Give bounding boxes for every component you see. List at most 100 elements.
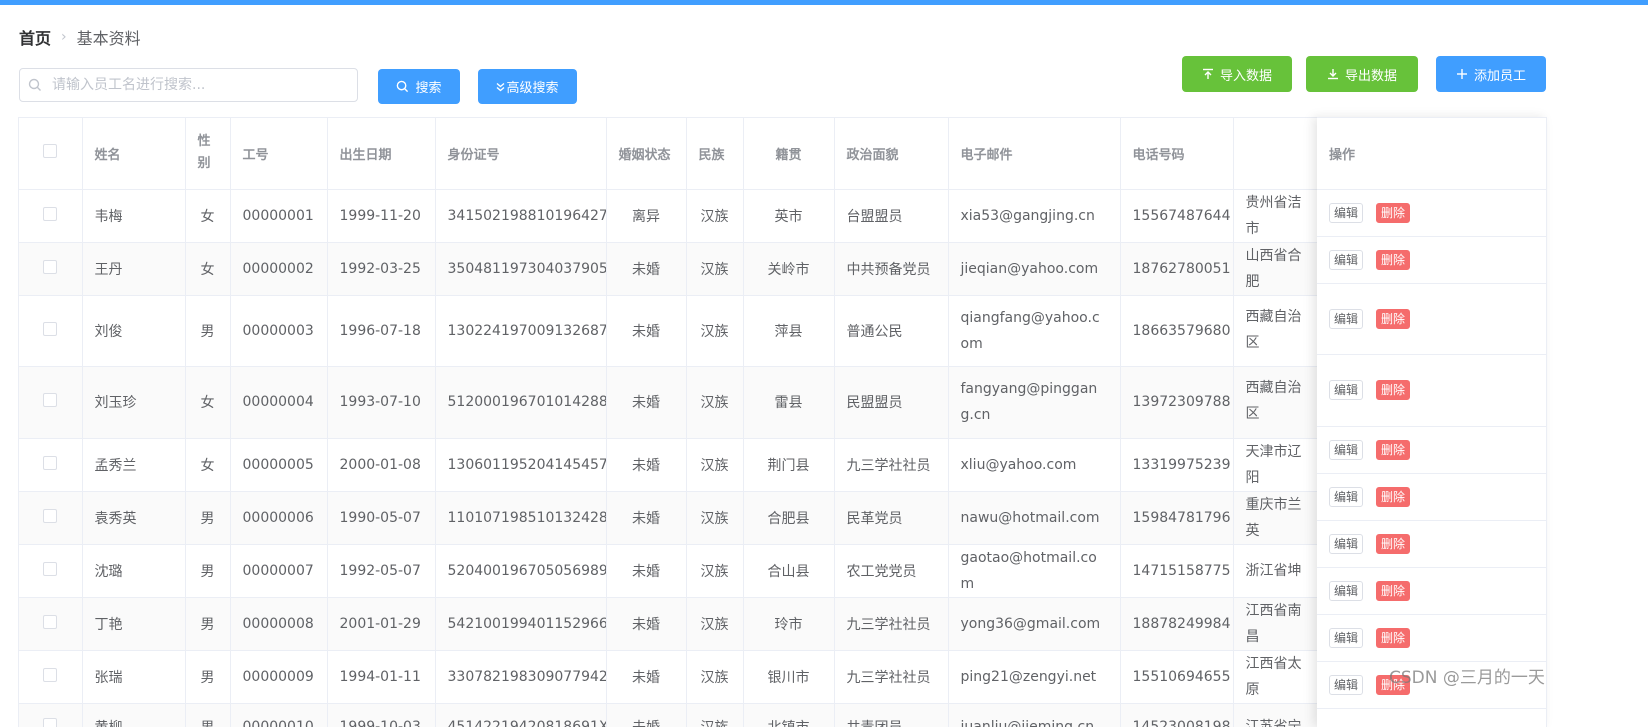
breadcrumb: 首页 › 基本资料 [19, 26, 141, 48]
cell-nation: 汉族 [686, 242, 744, 296]
row-checkbox[interactable] [43, 667, 58, 682]
cell-address: 天津市辽阳 [1233, 438, 1319, 492]
edit-button[interactable]: 编辑 [1329, 580, 1364, 601]
row-checkbox[interactable] [43, 717, 58, 727]
edit-button[interactable]: 编辑 [1329, 308, 1364, 329]
edit-button[interactable]: 编辑 [1329, 674, 1364, 695]
row-checkbox[interactable] [43, 455, 58, 470]
cell-id-card: 542100199401152966 [435, 597, 607, 651]
delete-button[interactable]: 删除 [1376, 486, 1411, 507]
cell-gender: 女 [185, 366, 231, 439]
edit-button[interactable]: 编辑 [1329, 627, 1364, 648]
row-select[interactable] [19, 544, 83, 598]
breadcrumb-home[interactable]: 首页 [19, 25, 51, 49]
cell-marriage: 未婚 [606, 544, 687, 598]
cell-employee-id: 00000002 [230, 242, 328, 296]
cell-marriage: 未婚 [606, 597, 687, 651]
search-input[interactable] [50, 69, 357, 101]
row-select[interactable] [19, 703, 83, 727]
actions-row: 编辑 删除 [1317, 567, 1546, 615]
row-checkbox[interactable] [43, 259, 58, 274]
edit-button[interactable]: 编辑 [1329, 486, 1364, 507]
edit-button[interactable]: 编辑 [1329, 249, 1364, 270]
delete-button[interactable]: 删除 [1376, 202, 1411, 223]
cell-address: 西藏自治区 [1233, 366, 1319, 439]
select-all-checkbox[interactable] [43, 144, 58, 159]
cell-employee-id: 00000005 [230, 438, 328, 492]
delete-button[interactable]: 删除 [1376, 249, 1411, 270]
edit-button[interactable]: 编辑 [1329, 533, 1364, 554]
row-select[interactable] [19, 366, 83, 439]
add-employee-button[interactable]: 添加员工 [1436, 56, 1546, 92]
cell-politics: 九三学社社员 [834, 597, 949, 651]
row-select[interactable] [19, 650, 83, 704]
header-name: 姓名 [82, 118, 186, 190]
delete-button[interactable]: 删除 [1376, 439, 1411, 460]
cell-politics: 九三学社社员 [834, 650, 949, 704]
cell-birth-date: 1999-10-03 [327, 703, 436, 727]
row-checkbox[interactable] [43, 561, 58, 576]
export-data-button[interactable]: 导出数据 [1306, 56, 1418, 92]
row-select[interactable] [19, 491, 83, 545]
cell-address: 西藏自治区 [1233, 295, 1319, 367]
delete-button[interactable]: 删除 [1376, 533, 1411, 554]
row-checkbox[interactable] [43, 206, 58, 221]
cell-politics: 农工党党员 [834, 544, 949, 598]
import-data-button[interactable]: 导入数据 [1182, 56, 1292, 92]
row-actions: 编辑 删除 [1317, 354, 1546, 427]
cell-phone: 13319975239 [1120, 438, 1234, 492]
top-accent-bar [0, 0, 1648, 5]
cell-employee-id: 00000009 [230, 650, 328, 704]
delete-button[interactable]: 删除 [1376, 308, 1411, 329]
row-select[interactable] [19, 242, 83, 296]
cell-gender: 女 [185, 242, 231, 296]
actions-row: 编辑 删除 [1317, 354, 1546, 427]
cell-phone: 15567487644 [1120, 189, 1234, 243]
actions-row: 编辑 删除 [1317, 473, 1546, 521]
cell-politics: 民盟盟员 [834, 366, 949, 439]
cell-native-place: 荆门县 [743, 438, 835, 492]
edit-button[interactable]: 编辑 [1329, 202, 1364, 223]
search-button-label: 搜索 [415, 81, 442, 96]
row-select[interactable] [19, 189, 83, 243]
header-phone: 电话号码 [1120, 118, 1234, 190]
cell-marriage: 未婚 [606, 703, 687, 727]
cell-native-place: 银川市 [743, 650, 835, 704]
header-select-all[interactable] [19, 118, 83, 190]
advanced-search-button[interactable]: 高级搜索 [478, 69, 577, 104]
plus-icon [1456, 68, 1468, 80]
row-checkbox[interactable] [43, 393, 58, 407]
cell-address: 山西省合肥 [1233, 242, 1319, 296]
cell-politics: 共青团员 [834, 703, 949, 727]
cell-nation: 汉族 [686, 597, 744, 651]
cell-name: 韦梅 [82, 189, 186, 243]
row-select[interactable] [19, 295, 83, 367]
cell-name: 张瑞 [82, 650, 186, 704]
advanced-search-label: 高级搜索 [506, 81, 559, 96]
row-select[interactable] [19, 597, 83, 651]
edit-button[interactable]: 编辑 [1329, 439, 1364, 460]
edit-button[interactable]: 编辑 [1329, 380, 1364, 400]
search-button[interactable]: 搜索 [378, 69, 460, 104]
search-icon [396, 80, 409, 93]
row-actions: 编辑 删除 [1317, 567, 1546, 615]
chevron-right-icon: › [61, 29, 67, 45]
actions-row: 编辑 删除 [1317, 520, 1546, 568]
cell-nation: 汉族 [686, 650, 744, 704]
header-actions: 操作 [1317, 118, 1546, 190]
row-select[interactable] [19, 438, 83, 492]
delete-button[interactable]: 删除 [1376, 580, 1411, 601]
row-checkbox[interactable] [43, 321, 58, 336]
cell-gender: 女 [185, 438, 231, 492]
delete-button[interactable]: 删除 [1376, 380, 1411, 400]
cell-politics: 中共预备党员 [834, 242, 949, 296]
row-checkbox[interactable] [43, 614, 58, 629]
row-checkbox[interactable] [43, 508, 58, 523]
cell-email: xia53@gangjing.cn [948, 189, 1121, 243]
cell-nation: 汉族 [686, 491, 744, 545]
cell-phone: 18878249984 [1120, 597, 1234, 651]
delete-button[interactable]: 删除 [1376, 627, 1411, 648]
search-field[interactable] [19, 68, 358, 102]
header-nation: 民族 [686, 118, 744, 190]
cell-email: jieqian@yahoo.com [948, 242, 1121, 296]
